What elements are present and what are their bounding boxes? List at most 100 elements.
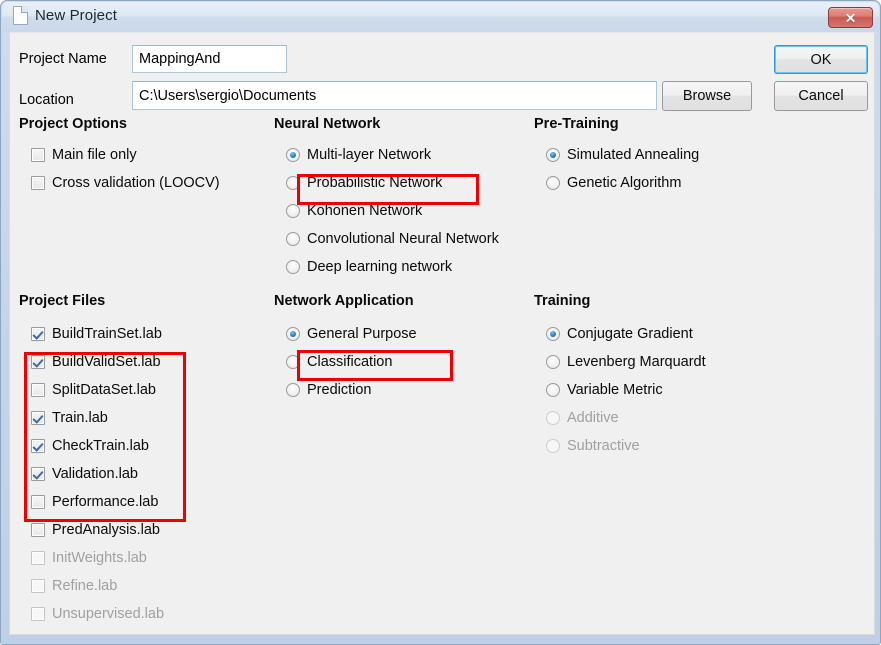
option-label: Convolutional Neural Network — [307, 231, 499, 247]
checkbox-icon[interactable] — [31, 411, 45, 425]
project-options-option[interactable]: Cross validation (LOOCV) — [31, 173, 220, 193]
checkbox-icon[interactable] — [31, 327, 45, 341]
option-label: Deep learning network — [307, 259, 453, 275]
option-label: Main file only — [52, 147, 137, 163]
radio-icon[interactable] — [286, 327, 300, 341]
project-files-option[interactable]: PredAnalysis.lab — [31, 520, 160, 540]
checkbox-icon[interactable] — [31, 523, 45, 537]
project-files-option: Unsupervised.lab — [31, 604, 164, 624]
training-option: Additive — [546, 408, 619, 428]
option-label: Performance.lab — [52, 494, 159, 510]
pre-training-option[interactable]: Simulated Annealing — [546, 145, 699, 165]
option-label: PredAnalysis.lab — [52, 522, 160, 538]
radio-icon — [546, 411, 560, 425]
radio-icon[interactable] — [546, 148, 560, 162]
project-files-option: InitWeights.lab — [31, 548, 147, 568]
new-project-dialog: New Project ✕ Project Name Location Brow… — [0, 0, 881, 645]
option-label: Prediction — [307, 382, 372, 398]
project-options-option[interactable]: Main file only — [31, 145, 137, 165]
project-files-option[interactable]: Performance.lab — [31, 492, 158, 512]
project-files-option[interactable]: BuildTrainSet.lab — [31, 324, 162, 344]
radio-icon[interactable] — [286, 232, 300, 246]
radio-icon[interactable] — [546, 383, 560, 397]
option-label: Genetic Algorithm — [567, 175, 682, 191]
checkbox-icon[interactable] — [31, 439, 45, 453]
network-application-option[interactable]: General Purpose — [286, 324, 417, 344]
dialog-body: Project Name Location Browse OK Cancel P… — [9, 32, 875, 635]
option-label: Conjugate Gradient — [567, 326, 693, 342]
checkbox-icon[interactable] — [31, 176, 45, 190]
option-label: Levenberg Marquardt — [567, 354, 706, 370]
checkbox-icon[interactable] — [31, 355, 45, 369]
network-application-option[interactable]: Classification — [286, 352, 392, 372]
title-bar: New Project ✕ — [2, 2, 879, 32]
network-application-title: Network Application — [274, 293, 414, 309]
training-option[interactable]: Variable Metric — [546, 380, 663, 400]
radio-icon[interactable] — [286, 204, 300, 218]
project-files-title: Project Files — [19, 293, 106, 309]
pre-training-title: Pre-Training — [534, 116, 619, 132]
radio-icon[interactable] — [286, 383, 300, 397]
training-title: Training — [534, 293, 591, 309]
network-application-option[interactable]: Prediction — [286, 380, 371, 400]
cancel-button-label: Cancel — [798, 88, 844, 104]
option-label: Multi-layer Network — [307, 147, 432, 163]
browse-button[interactable]: Browse — [662, 81, 752, 111]
checkbox-icon[interactable] — [31, 467, 45, 481]
window-title: New Project — [35, 7, 117, 24]
option-label: Classification — [307, 354, 393, 370]
radio-icon[interactable] — [286, 355, 300, 369]
project-files-option[interactable]: Train.lab — [31, 408, 108, 428]
radio-icon[interactable] — [546, 327, 560, 341]
checkbox-icon[interactable] — [31, 495, 45, 509]
option-label: SplitDataSet.lab — [52, 382, 156, 398]
location-label: Location — [19, 92, 74, 108]
ok-button[interactable]: OK — [774, 45, 868, 74]
training-option[interactable]: Levenberg Marquardt — [546, 352, 706, 372]
option-label: InitWeights.lab — [52, 550, 147, 566]
option-label: Simulated Annealing — [567, 147, 700, 163]
project-name-label: Project Name — [19, 51, 107, 67]
project-files-option[interactable]: CheckTrain.lab — [31, 436, 149, 456]
option-label: Refine.lab — [52, 578, 118, 594]
radio-icon[interactable] — [546, 176, 560, 190]
option-label: Subtractive — [567, 438, 640, 454]
training-option[interactable]: Conjugate Gradient — [546, 324, 693, 344]
radio-icon[interactable] — [546, 355, 560, 369]
radio-icon[interactable] — [286, 148, 300, 162]
option-label: Cross validation (LOOCV) — [52, 175, 220, 191]
checkbox-icon[interactable] — [31, 383, 45, 397]
checkbox-icon[interactable] — [31, 148, 45, 162]
title-group: New Project — [13, 6, 117, 25]
close-icon: ✕ — [844, 9, 857, 26]
option-label: BuildTrainSet.lab — [52, 326, 162, 342]
checkbox-icon — [31, 607, 45, 621]
neural-network-option[interactable]: Multi-layer Network — [286, 145, 431, 165]
option-label: CheckTrain.lab — [52, 438, 149, 454]
neural-network-option[interactable]: Deep learning network — [286, 257, 452, 277]
pre-training-option[interactable]: Genetic Algorithm — [546, 173, 681, 193]
neural-network-option[interactable]: Convolutional Neural Network — [286, 229, 499, 249]
option-label: Validation.lab — [52, 466, 138, 482]
option-label: Train.lab — [52, 410, 108, 426]
project-options-title: Project Options — [19, 116, 127, 132]
neural-network-option[interactable]: Probabilistic Network — [286, 173, 442, 193]
radio-icon — [546, 439, 560, 453]
ok-button-label: OK — [810, 51, 832, 68]
checkbox-icon — [31, 551, 45, 565]
radio-icon[interactable] — [286, 176, 300, 190]
cancel-button[interactable]: Cancel — [774, 81, 868, 111]
option-label: Probabilistic Network — [307, 175, 443, 191]
project-files-option[interactable]: SplitDataSet.lab — [31, 380, 156, 400]
option-label: Variable Metric — [567, 382, 663, 398]
location-input[interactable] — [132, 81, 657, 110]
neural-network-option[interactable]: Kohonen Network — [286, 201, 422, 221]
close-button[interactable]: ✕ — [828, 7, 873, 28]
project-files-option[interactable]: BuildValidSet.lab — [31, 352, 161, 372]
project-name-input[interactable] — [132, 45, 287, 73]
radio-icon[interactable] — [286, 260, 300, 274]
browse-button-label: Browse — [682, 88, 732, 104]
checkbox-icon — [31, 579, 45, 593]
project-files-option: Refine.lab — [31, 576, 117, 596]
project-files-option[interactable]: Validation.lab — [31, 464, 138, 484]
